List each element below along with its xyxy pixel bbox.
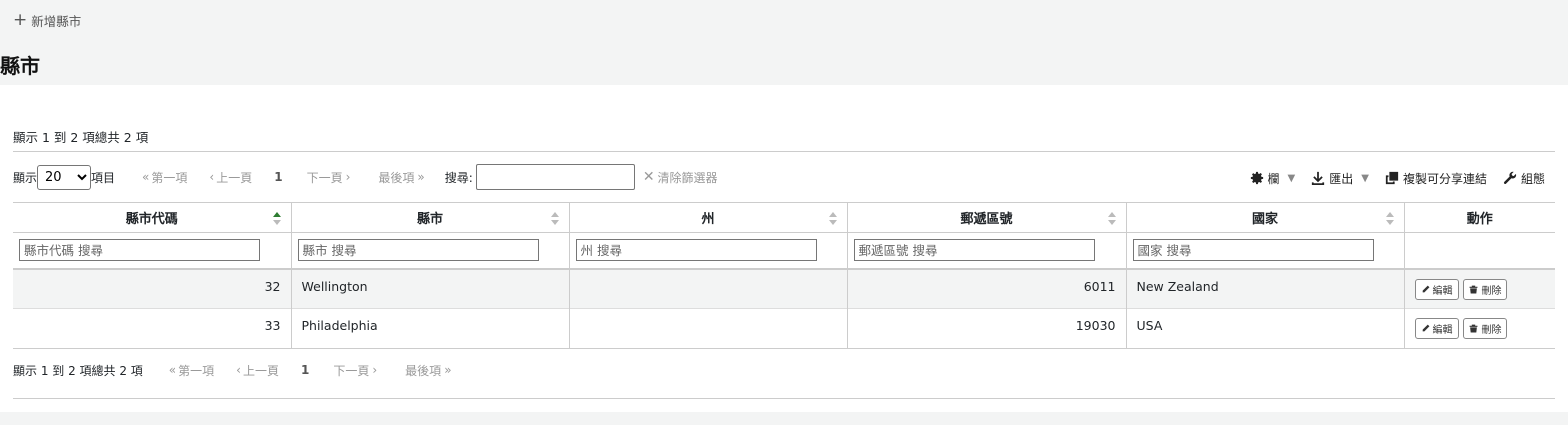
cell-zip: 19030 — [846, 308, 1126, 349]
filter-cell-zip — [846, 232, 1126, 270]
top-controls: 顯示 20 項目 «第一項 ‹ 上一頁 1 下一頁 › 最後項» 搜尋: ✕ 清除篩選… — [13, 164, 718, 190]
cell-country: New Zealand — [1125, 268, 1404, 309]
columns-button[interactable]: 欄 ▼ — [1250, 170, 1296, 187]
plus-icon: + — [13, 9, 28, 30]
divider — [13, 398, 1555, 399]
next-page-button[interactable]: 下一頁 › — [307, 169, 353, 186]
next-page-button[interactable]: 下一頁 › — [333, 362, 379, 379]
trash-icon — [1470, 324, 1478, 333]
column-header-state[interactable]: 州 — [568, 202, 847, 233]
chevron-right-icon: › — [372, 363, 378, 377]
chevron-right-icon: › — [345, 170, 351, 184]
prev-page-button[interactable]: ‹ 上一頁 — [236, 362, 279, 379]
filter-code-input[interactable] — [19, 239, 260, 262]
table-info-top: 顯示 1 到 2 項總共 2 項 — [13, 130, 149, 145]
cell-actions: 編輯 刪除 — [1403, 268, 1555, 309]
chevron-left-icon: ‹ — [209, 170, 215, 184]
filter-cell-actions — [1403, 232, 1555, 270]
cities-table: 縣市代碼 縣市 州 郵遞區號 國家 動作 32 Wellington — [13, 202, 1555, 349]
copy-icon — [1385, 171, 1399, 185]
column-header-code[interactable]: 縣市代碼 — [13, 202, 291, 233]
sort-asc-icon — [272, 212, 281, 225]
length-suffix: 項目 — [91, 170, 116, 185]
filter-state-input[interactable] — [575, 239, 817, 262]
gear-icon — [1250, 171, 1263, 185]
last-page-button[interactable]: 最後項» — [378, 169, 426, 186]
last-page-button[interactable]: 最後項» — [405, 362, 453, 379]
cell-state — [568, 308, 847, 349]
first-page-button[interactable]: «第一項 — [169, 362, 214, 379]
new-city-button[interactable]: + 新增縣市 — [13, 10, 81, 30]
cell-city: Philadelphia — [290, 308, 569, 349]
cell-state — [568, 268, 847, 309]
table-info-bottom: 顯示 1 到 2 項總共 2 項 — [13, 363, 143, 378]
filter-zip-input[interactable] — [853, 239, 1095, 262]
sort-icon — [1385, 212, 1394, 225]
cell-code: 33 — [13, 308, 291, 349]
close-icon: ✕ — [642, 169, 655, 185]
new-city-label: 新增縣市 — [31, 13, 82, 29]
clear-filter-button[interactable]: ✕ 清除篩選器 — [643, 169, 718, 186]
pencil-icon — [1422, 285, 1429, 292]
trash-icon — [1470, 285, 1478, 293]
double-chevron-right-icon: » — [444, 363, 452, 377]
divider — [13, 151, 1555, 152]
config-button[interactable]: 組態 — [1503, 170, 1545, 187]
sort-icon — [1107, 212, 1116, 225]
column-header-country[interactable]: 國家 — [1125, 202, 1404, 233]
edit-button[interactable]: 編輯 — [1414, 278, 1459, 300]
double-chevron-left-icon: « — [168, 363, 177, 377]
cell-code: 32 — [13, 268, 291, 309]
cell-country: USA — [1125, 308, 1404, 349]
caret-down-icon: ▼ — [1361, 172, 1369, 184]
prev-page-button[interactable]: ‹ 上一頁 — [209, 169, 252, 186]
delete-button[interactable]: 刪除 — [1463, 318, 1508, 339]
double-chevron-left-icon: « — [142, 170, 150, 184]
table-row: 33 Philadelphia 19030 USA 編輯 刪除 — [13, 308, 1555, 349]
copy-share-link-button[interactable]: 複製可分享連結 — [1385, 170, 1487, 187]
search-input[interactable] — [475, 164, 635, 190]
caret-down-icon: ▼ — [1287, 172, 1296, 184]
sort-icon — [828, 212, 837, 225]
column-header-actions: 動作 — [1403, 202, 1555, 233]
bottom-controls: 顯示 1 到 2 項總共 2 項 «第一項 ‹ 上一頁 1 下一頁 › 最後項» — [13, 357, 454, 383]
sort-icon — [550, 212, 559, 225]
column-header-zip[interactable]: 郵遞區號 — [846, 202, 1126, 233]
search-label: 搜尋: — [444, 170, 473, 185]
filter-cell-state — [568, 232, 847, 270]
page-title: 縣市 — [0, 54, 40, 78]
page-length-select[interactable]: 20 — [37, 164, 92, 190]
cell-actions: 編輯 刪除 — [1403, 308, 1555, 349]
table-row: 32 Wellington 6011 New Zealand 編輯 刪除 — [13, 268, 1555, 309]
delete-button[interactable]: 刪除 — [1463, 278, 1508, 300]
filter-country-input[interactable] — [1132, 239, 1374, 262]
current-page[interactable]: 1 — [274, 170, 282, 184]
filter-cell-country — [1125, 232, 1404, 270]
double-chevron-right-icon: » — [417, 170, 425, 184]
wrench-icon — [1503, 171, 1517, 184]
pencil-icon — [1422, 324, 1429, 332]
filter-city-input[interactable] — [297, 239, 539, 262]
table-tools: 欄 ▼ 匯出 ▼ 複製可分享連結 組態 — [1234, 168, 1545, 188]
column-header-city[interactable]: 縣市 — [290, 202, 569, 233]
edit-button[interactable]: 編輯 — [1414, 318, 1459, 339]
filter-cell-city — [290, 232, 569, 270]
download-icon — [1312, 171, 1325, 185]
filter-cell-code — [13, 232, 291, 270]
first-page-button[interactable]: «第一項 — [142, 169, 187, 186]
cell-zip: 6011 — [846, 268, 1126, 309]
export-button[interactable]: 匯出 ▼ — [1311, 170, 1369, 187]
length-prefix: 顯示 — [13, 170, 38, 185]
chevron-left-icon: ‹ — [236, 363, 241, 377]
cell-city: Wellington — [290, 268, 569, 309]
current-page[interactable]: 1 — [301, 363, 309, 377]
